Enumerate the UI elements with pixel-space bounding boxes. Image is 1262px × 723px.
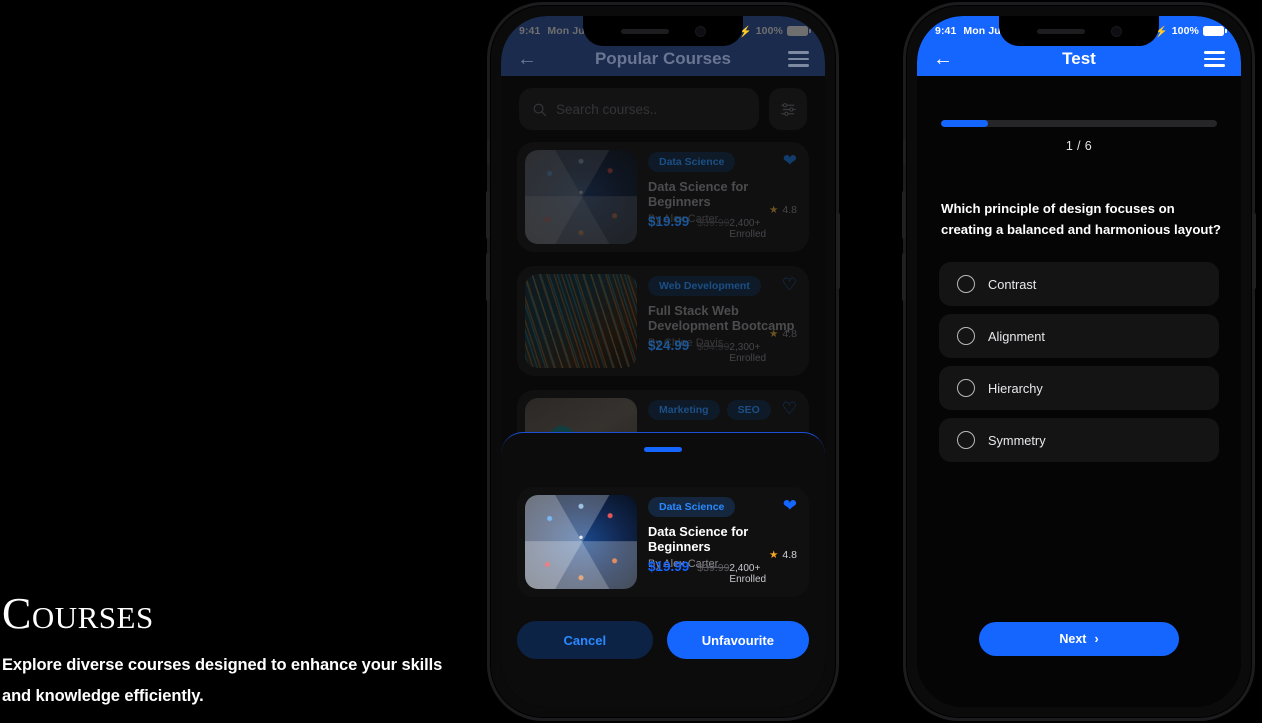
hamburger-menu-icon[interactable] (1204, 51, 1225, 67)
battery-icon (787, 26, 811, 36)
status-time: 9:41 (935, 25, 957, 37)
caption-block: Courses Explore diverse courses designed… (0, 592, 470, 711)
course-price: $19.99 (648, 214, 690, 229)
status-battery-percent: 100% (755, 25, 783, 37)
course-tag: Marketing (648, 400, 720, 420)
course-tag: Data Science (648, 497, 736, 517)
answer-option-contrast[interactable]: Contrast (939, 262, 1219, 306)
volume-up-button[interactable] (902, 191, 906, 239)
chevron-right-icon: › (1094, 632, 1099, 646)
answer-option-label: Symmetry (988, 432, 1046, 448)
notch (583, 16, 743, 46)
filter-sliders-icon (780, 102, 796, 116)
power-button[interactable] (836, 213, 840, 289)
next-button[interactable]: Next › (979, 622, 1179, 656)
screen-popular-courses: 9:41 Mon Ju ⚡ 100% ← Popular Courses Sea… (501, 16, 825, 707)
filter-button[interactable] (769, 88, 807, 130)
answer-option-hierarchy[interactable]: Hierarchy (939, 366, 1219, 410)
sheet-drag-handle[interactable] (644, 447, 682, 452)
course-old-price: $54.99 (697, 341, 730, 353)
radio-button-icon[interactable] (957, 327, 975, 345)
sheet-actions: Cancel Unfavourite (517, 621, 809, 659)
favourite-heart-icon-outline[interactable]: ♡ (782, 399, 797, 419)
phone-mockup-courses: 9:41 Mon Ju ⚡ 100% ← Popular Courses Sea… (486, 2, 840, 721)
front-camera-icon (694, 25, 706, 37)
phone-inner: 9:41 Mon Ju ⚡ 100% ← Popular Courses Sea… (501, 16, 825, 707)
course-enrolled: 2,400+ Enrolled (729, 563, 767, 585)
course-thumbnail (525, 495, 637, 589)
app-bar-title: Popular Courses (594, 49, 732, 68)
radio-button-icon[interactable] (957, 379, 975, 397)
answer-options: Contrast Alignment Hierarchy Symmetry (939, 262, 1219, 470)
favourite-heart-icon-filled[interactable]: ❤ (783, 496, 797, 516)
course-price: $24.99 (648, 338, 690, 353)
course-card[interactable]: Web Development ♡ Full Stack Web Develop… (517, 266, 809, 376)
favourite-heart-icon-filled[interactable]: ❤ (783, 151, 797, 171)
progress-label: 1 / 6 (1065, 139, 1093, 153)
app-bar-title: Test (1062, 49, 1096, 68)
unfavourite-bottom-sheet: Data Science ❤ Data Science for Beginner… (501, 432, 825, 707)
volume-up-button[interactable] (486, 191, 490, 239)
answer-option-label: Contrast (988, 276, 1037, 292)
page-subtitle: Explore diverse courses designed to enha… (2, 656, 443, 705)
speaker-icon (1036, 28, 1085, 34)
speaker-icon (620, 28, 669, 34)
course-tag: Web Development (648, 276, 761, 296)
course-old-price: $39.99 (697, 562, 730, 574)
status-date: Mon Ju (547, 25, 585, 37)
mute-switch[interactable] (903, 139, 906, 165)
status-time: 9:41 (519, 25, 541, 37)
search-icon (533, 103, 547, 116)
quiz-progress: 1 / 6 (941, 120, 1217, 153)
course-thumbnail (525, 150, 637, 244)
cancel-button[interactable]: Cancel (517, 621, 653, 659)
status-battery-percent: 100% (1171, 25, 1199, 37)
mute-switch[interactable] (487, 139, 490, 165)
volume-down-button[interactable] (486, 253, 490, 301)
answer-option-label: Hierarchy (988, 380, 1043, 396)
course-tag: SEO (726, 400, 771, 420)
phone-mockup-test: 9:41 Mon Ju ⚡ 100% ← Test 1 / 6 Which pr… (902, 2, 1256, 721)
search-row: Search courses.. (519, 88, 807, 130)
status-date: Mon Ju (963, 25, 1001, 37)
radio-button-icon[interactable] (957, 431, 975, 449)
sheet-course-card: Data Science ❤ Data Science for Beginner… (517, 487, 809, 597)
hamburger-menu-icon[interactable] (788, 51, 809, 67)
progress-fill (941, 120, 988, 127)
answer-option-alignment[interactable]: Alignment (939, 314, 1219, 358)
notch (999, 16, 1159, 46)
back-arrow-icon[interactable]: ← (933, 49, 953, 69)
search-input[interactable]: Search courses.. (519, 88, 759, 130)
course-old-price: $39.99 (697, 217, 730, 229)
battery-icon (1203, 26, 1227, 36)
course-tag: Data Science (648, 152, 736, 172)
unfavourite-button[interactable]: Unfavourite (666, 621, 809, 659)
course-card[interactable]: Data Science ❤ Data Science for Beginner… (517, 142, 809, 252)
front-camera-icon (1110, 25, 1122, 37)
screen-test: 9:41 Mon Ju ⚡ 100% ← Test 1 / 6 Which pr… (917, 16, 1241, 707)
progress-track (941, 120, 1217, 127)
page-title: Courses (2, 589, 154, 638)
course-price: $19.99 (648, 559, 690, 574)
search-placeholder: Search courses.. (556, 101, 658, 117)
volume-down-button[interactable] (902, 253, 906, 301)
favourite-heart-icon-outline[interactable]: ♡ (782, 275, 797, 295)
back-arrow-icon[interactable]: ← (517, 49, 537, 69)
next-button-label: Next (1059, 632, 1087, 646)
course-enrolled: 2,400+ Enrolled (729, 218, 767, 240)
course-thumbnail (525, 274, 637, 368)
question-text: Which principle of design focuses on cre… (941, 201, 1221, 238)
phone-inner: 9:41 Mon Ju ⚡ 100% ← Test 1 / 6 Which pr… (917, 16, 1241, 707)
answer-option-label: Alignment (988, 328, 1045, 344)
power-button[interactable] (1252, 213, 1256, 289)
course-enrolled: 2,300+ Enrolled (729, 342, 767, 364)
radio-button-icon[interactable] (957, 275, 975, 293)
screenshot-stage: Courses Explore diverse courses designed… (0, 0, 1262, 723)
answer-option-symmetry[interactable]: Symmetry (939, 418, 1219, 462)
